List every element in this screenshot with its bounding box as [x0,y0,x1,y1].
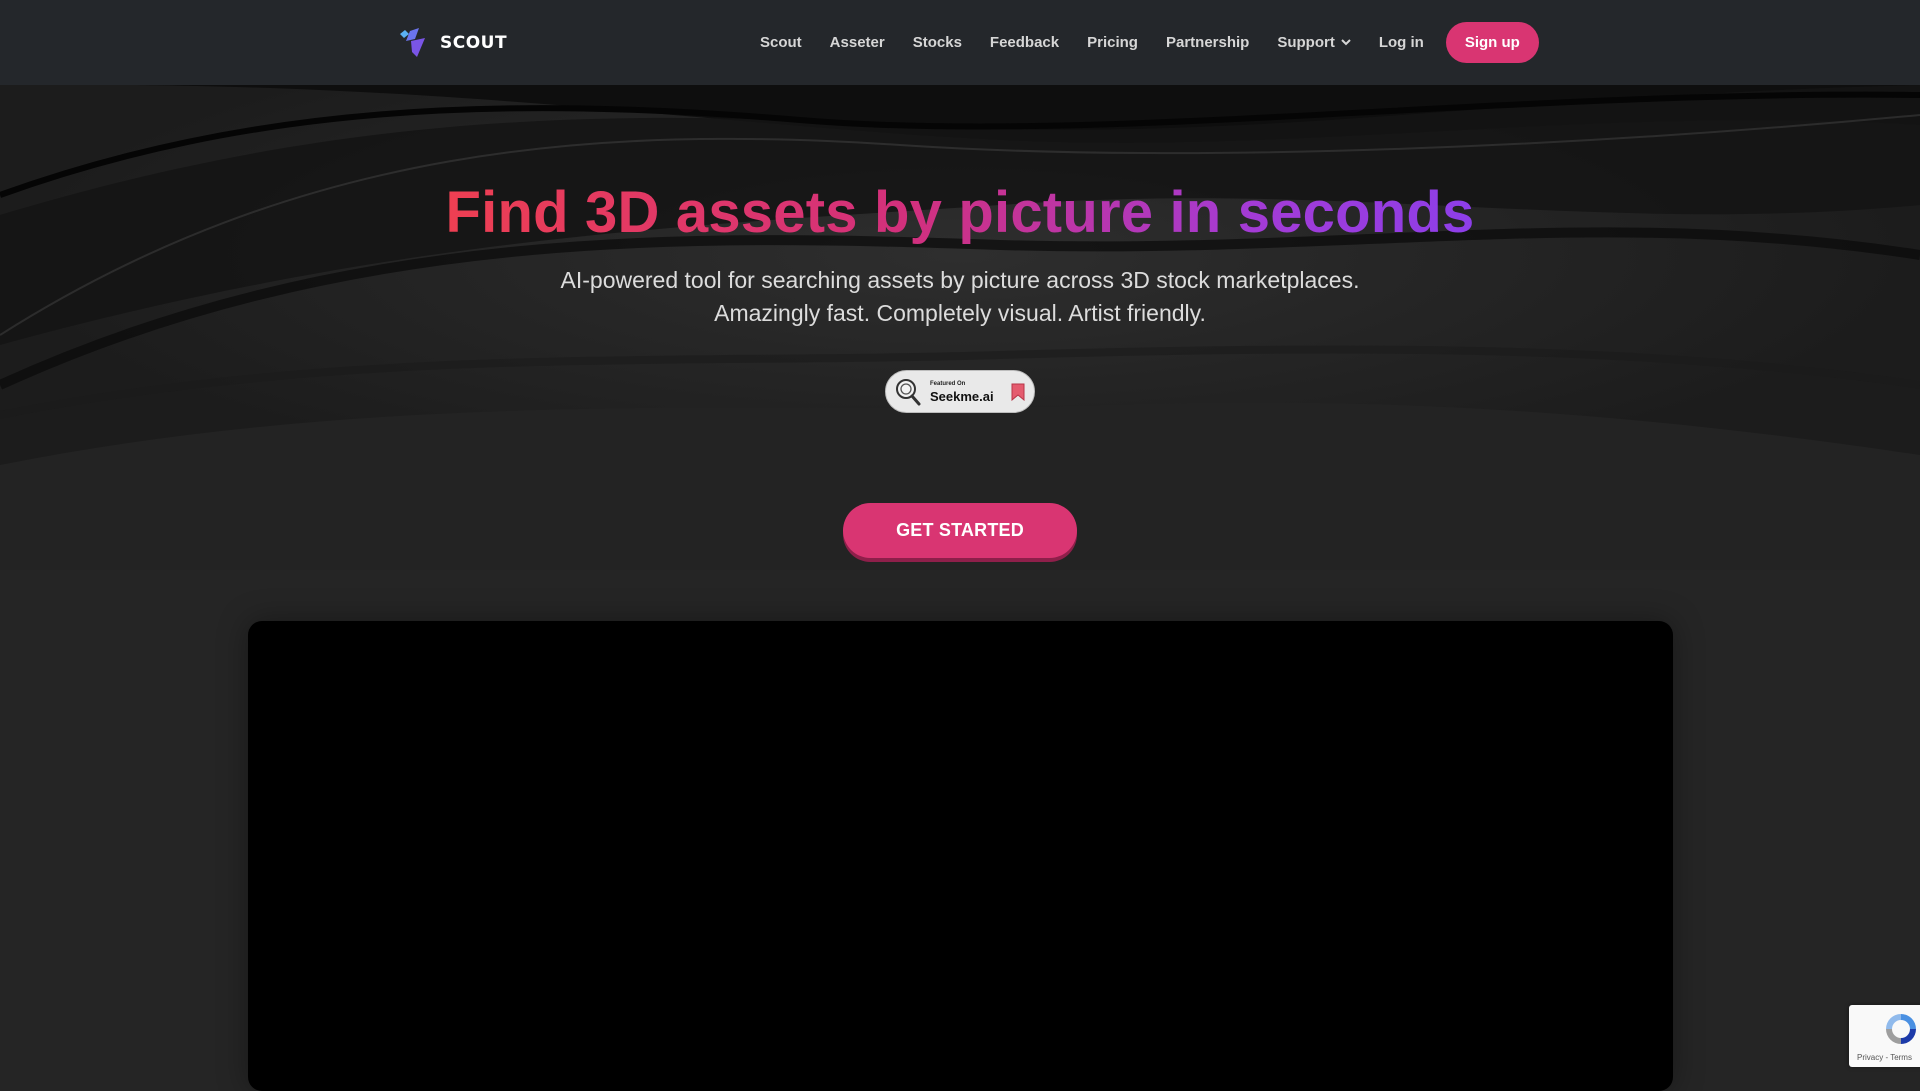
badge-featured-on: Featured On [930,380,966,387]
magnifier-icon [896,378,921,405]
recaptcha-badge[interactable]: Privacy - Terms [1849,1005,1920,1067]
chevron-down-icon [1341,39,1351,46]
site-header: SCOUT Scout Asseter Stocks Feedback Pric… [0,0,1920,85]
badge-site-name: Seekme.ai [930,388,994,404]
recaptcha-icon [1886,1014,1916,1044]
signup-button[interactable]: Sign up [1445,22,1539,63]
bookmark-icon [1011,383,1025,401]
nav-item-support[interactable]: Support [1277,34,1351,51]
nav-item-support-label: Support [1277,34,1335,51]
nav-item-asseter[interactable]: Asseter [830,34,885,51]
nav-item-partnership[interactable]: Partnership [1166,34,1249,51]
login-link[interactable]: Log in [1379,34,1424,51]
nav-item-stocks[interactable]: Stocks [913,34,962,51]
hero-subtitle-line-2: Amazingly fast. Completely visual. Artis… [714,300,1206,326]
nav-item-pricing[interactable]: Pricing [1087,34,1138,51]
seekme-featured-badge[interactable]: Featured On Seekme.ai [885,370,1035,413]
recaptcha-privacy-terms[interactable]: Privacy - Terms [1857,1053,1912,1062]
nav-item-feedback[interactable]: Feedback [990,34,1059,51]
hero-background-waves [0,85,1920,570]
main-nav: Scout Asseter Stocks Feedback Pricing Pa… [760,0,1539,85]
get-started-button[interactable]: GET STARTED [843,503,1077,558]
hero-title: Find 3D assets by picture in seconds [445,180,1475,245]
scout-logo-icon [400,28,425,57]
brand-logo[interactable]: SCOUT [398,26,507,60]
hero-subtitle-line-1: AI-powered tool for searching assets by … [560,267,1360,293]
brand-name: SCOUT [440,33,508,53]
video-player[interactable] [248,621,1673,1091]
hero-section: Find 3D assets by picture in seconds AI-… [0,85,1920,570]
nav-item-scout[interactable]: Scout [760,34,802,51]
badge-text: Featured On Seekme.ai [930,381,994,403]
